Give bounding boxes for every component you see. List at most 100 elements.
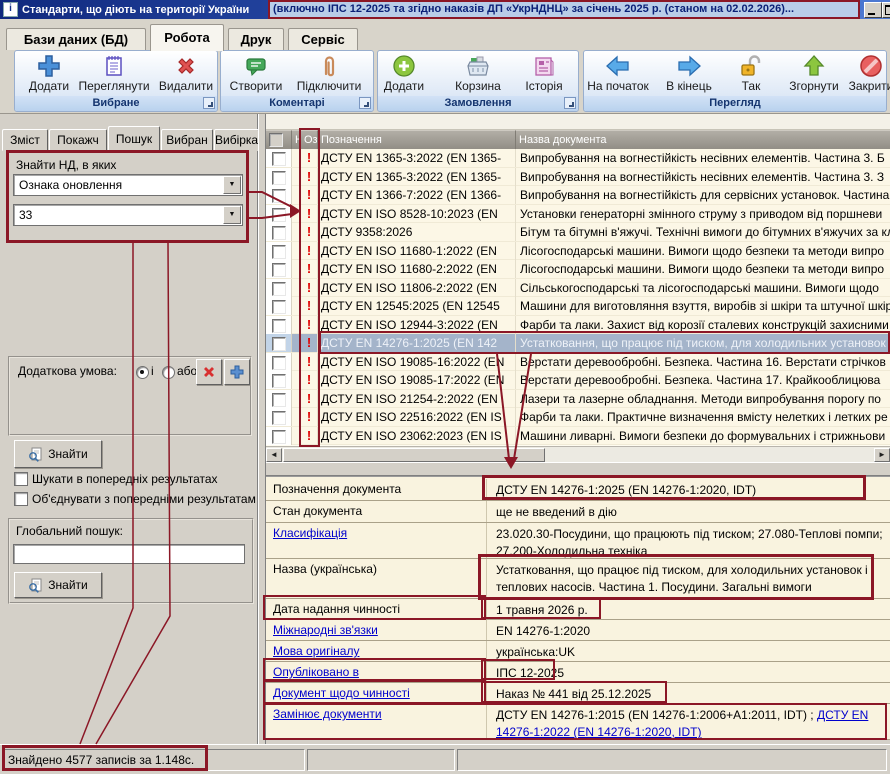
sidebar-tab-selection[interactable]: Вибірка [214, 129, 259, 151]
update-flag-icon [307, 150, 311, 165]
search-value-combobox[interactable]: 33 [13, 204, 243, 226]
international-relations-link[interactable]: Міжнародні зв'язки [273, 623, 378, 637]
dialog-launcher-icon[interactable] [203, 97, 215, 109]
search-previous-checkbox[interactable] [14, 472, 28, 486]
row-checkbox[interactable] [272, 152, 286, 166]
orders-history-button[interactable]: Історія [502, 53, 586, 93]
table-row[interactable]: ДСТУ EN ISO 19085-17:2022 (ENВерстати де… [266, 371, 890, 390]
update-flag-icon [307, 298, 311, 313]
table-row[interactable]: ДСТУ EN ISO 11806-2:2022 (ENСільськогосп… [266, 279, 890, 298]
table-row[interactable]: ДСТУ EN 1365-3:2022 (EN 1365-Випробуванн… [266, 149, 890, 168]
table-row[interactable]: ДСТУ 9358:2026Бітум та бітумні в'яжучі. … [266, 223, 890, 242]
condition-or-label: або [177, 364, 197, 378]
minimize-button[interactable] [864, 2, 882, 18]
maximize-button[interactable] [882, 2, 890, 18]
find-button[interactable]: Знайти [14, 440, 102, 468]
table-row[interactable]: ДСТУ EN ISO 22516:2022 (EN ISФарби та ла… [266, 408, 890, 427]
ribbon-group-view: На початок В кінець Так Згорнути Закрити… [583, 50, 887, 112]
remove-condition-button[interactable] [196, 359, 222, 385]
replaces-documents-link[interactable]: Замінює документи [273, 707, 382, 721]
vertical-splitter[interactable] [258, 114, 266, 744]
dialog-launcher-icon[interactable] [359, 97, 371, 109]
validity-document-link[interactable]: Документ щодо чинності [273, 686, 410, 700]
ribbon-tab-databases[interactable]: Бази даних (БД) [6, 28, 146, 50]
horizontal-splitter[interactable] [266, 462, 890, 476]
row-checkbox[interactable] [272, 411, 286, 425]
ribbon-tab-service[interactable]: Сервіс [288, 28, 358, 50]
add-condition-button[interactable] [224, 359, 250, 385]
header-n-column[interactable]: Н [292, 130, 301, 149]
row-checkbox[interactable] [272, 356, 286, 370]
header-designation-column[interactable]: Позначення [318, 130, 516, 149]
condition-or-radio[interactable] [162, 366, 175, 379]
global-find-button[interactable]: Знайти [14, 572, 102, 598]
add-circle-icon [362, 53, 446, 79]
table-horizontal-scrollbar[interactable]: ◄ ► [266, 446, 890, 462]
detail-row-language: Мова оригіналу українська:UK [266, 641, 890, 662]
row-checkbox[interactable] [272, 171, 286, 185]
table-row[interactable]: ДСТУ EN ISO 8528-10:2023 (ENУстановки ге… [266, 205, 890, 224]
status-section-results: Знайдено 4577 записів за 1.148с. [2, 749, 305, 771]
row-checkbox[interactable] [272, 430, 286, 444]
chevron-down-icon[interactable] [223, 206, 241, 224]
sidebar-tab-index[interactable]: Покажч [49, 129, 107, 151]
sidebar-tab-search[interactable]: Пошук [108, 126, 160, 152]
published-in-link[interactable]: Опубліковано в [273, 665, 359, 679]
table-row[interactable]: ДСТУ EN ISO 11680-2:2022 (ENЛісогосподар… [266, 260, 890, 279]
table-row[interactable]: ДСТУ EN ISO 19085-16:2022 (ENВерстати де… [266, 353, 890, 372]
header-name-column[interactable]: Назва документа [516, 130, 890, 149]
scrollbar-thumb[interactable] [283, 448, 545, 462]
row-checkbox[interactable] [272, 300, 286, 314]
status-section-3 [457, 749, 887, 771]
table-row[interactable]: ДСТУ EN ISO 23062:2023 (EN ISМашини лива… [266, 427, 890, 446]
comments-attach-button[interactable]: Підключити [287, 53, 371, 93]
document-details-panel: Позначення документа ДСТУ EN 14276-1:202… [266, 476, 890, 740]
table-row-selected[interactable]: ДСТУ EN 14276-1:2025 (EN 142Устатковання… [266, 334, 890, 353]
scroll-left-icon[interactable]: ◄ [266, 448, 282, 462]
update-flag-icon [307, 372, 311, 387]
condition-and-radio[interactable] [136, 366, 149, 379]
table-row[interactable]: ДСТУ EN ISO 12944-3:2022 (ENФарби та лак… [266, 316, 890, 335]
table-row[interactable]: ДСТУ EN 1366-7:2022 (EN 1366-Випробуванн… [266, 186, 890, 205]
global-search-input[interactable] [13, 544, 245, 564]
ribbon-tab-work[interactable]: Робота [150, 24, 224, 51]
orders-add-button[interactable]: Додати [362, 53, 446, 93]
classification-link[interactable]: Класифікація [273, 526, 347, 540]
scroll-right-icon[interactable]: ► [874, 448, 890, 462]
view-close-button[interactable]: Закрити [829, 53, 890, 93]
sidebar-tab-contents[interactable]: Зміст [2, 129, 48, 151]
chevron-down-icon[interactable] [223, 176, 241, 194]
merge-previous-checkbox[interactable] [14, 492, 28, 506]
original-language-link[interactable]: Мова оригіналу [273, 644, 359, 658]
row-checkbox[interactable] [272, 208, 286, 222]
group-caption-view: Перегляд [584, 96, 886, 111]
window-title: Стандарти, що діють на території України [22, 4, 249, 16]
ribbon-tab-print[interactable]: Друк [228, 28, 284, 50]
row-checkbox[interactable] [272, 282, 286, 296]
header-ozn-column[interactable]: Озн [301, 130, 318, 149]
table-row[interactable]: ДСТУ EN ISO 21254-2:2022 (ENЛазери та ла… [266, 390, 890, 409]
row-checkbox[interactable] [272, 226, 286, 240]
update-flag-icon [307, 224, 311, 239]
row-checkbox[interactable] [272, 189, 286, 203]
row-checkbox[interactable] [272, 319, 286, 333]
header-checkbox[interactable] [269, 133, 283, 147]
detail-row-title-ua: Назва (українська) Устатковання, що прац… [266, 559, 890, 599]
sidebar-tab-selected[interactable]: Вибран [161, 129, 213, 151]
dialog-launcher-icon[interactable] [564, 97, 576, 109]
row-checkbox[interactable] [272, 245, 286, 259]
sidebar: Зміст Покажч Пошук Вибран Вибірка Знайти… [0, 114, 258, 744]
header-checkbox-cell[interactable] [266, 130, 292, 149]
table-row[interactable]: ДСТУ EN ISO 11680-1:2022 (ENЛісогосподар… [266, 242, 890, 261]
search-field-combobox[interactable]: Ознака оновлення [13, 174, 243, 196]
status-bar: Знайдено 4577 записів за 1.148с. [0, 744, 890, 774]
row-checkbox[interactable] [272, 337, 286, 351]
condition-and-label: і [151, 364, 154, 378]
table-row[interactable]: ДСТУ EN 12545:2025 (EN 12545Машини для в… [266, 297, 890, 316]
row-checkbox[interactable] [272, 393, 286, 407]
detail-row-state: Стан документа ще не введений в дію [266, 501, 890, 523]
comments-create-button[interactable]: Створити [214, 53, 298, 93]
row-checkbox[interactable] [272, 374, 286, 388]
row-checkbox[interactable] [272, 263, 286, 277]
table-row[interactable]: ДСТУ EN 1365-3:2022 (EN 1365-Випробуванн… [266, 168, 890, 187]
